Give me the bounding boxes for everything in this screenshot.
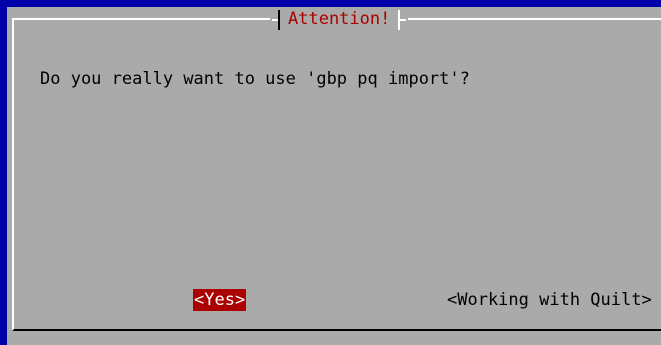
dialog-frame [12,18,661,331]
yes-button[interactable]: <Yes> [193,289,247,311]
dialog-window: Attention! Do you really want to use 'gb… [7,7,661,345]
dialog-title: Attention! [288,9,391,29]
title-right-bracket [394,8,407,30]
title-left-bracket [272,8,284,30]
working-with-quilt-button[interactable]: <Working with Quilt> [447,289,652,311]
terminal-screen: Attention! Do you really want to use 'gb… [0,0,661,345]
dialog-title-bar: Attention! [270,7,409,31]
dialog-message: Do you really want to use 'gbp pq import… [40,69,470,89]
